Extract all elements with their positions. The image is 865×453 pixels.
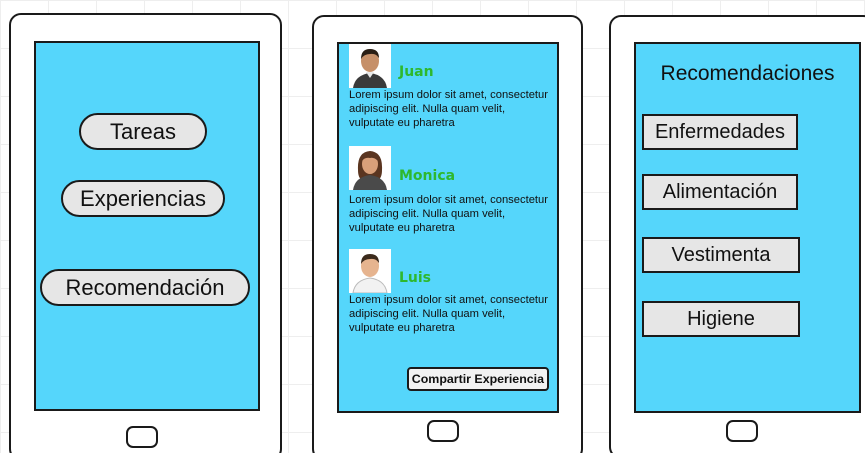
nutrition-button[interactable]: Alimentación: [642, 174, 798, 210]
post-author-name: Luis: [399, 270, 432, 286]
recommendations-screen: Recomendaciones Enfermedades Alimentació…: [634, 42, 861, 413]
recommendations-title: Recomendaciones: [660, 62, 835, 85]
home-button[interactable]: [726, 420, 758, 442]
tablet-menu: Tareas Experiencias Recomendación: [9, 13, 282, 453]
post-author-name: Monica: [399, 168, 456, 184]
tablet-experiences: Juan Lorem ipsum dolor sit amet, consect…: [312, 15, 583, 453]
experiences-screen: Juan Lorem ipsum dolor sit amet, consect…: [337, 42, 559, 413]
tasks-button[interactable]: Tareas: [79, 113, 207, 150]
tablet-recommendations: Recomendaciones Enfermedades Alimentació…: [609, 15, 865, 453]
share-experience-button[interactable]: Compartir Experiencia: [406, 367, 549, 391]
experiences-button[interactable]: Experiencias: [61, 180, 225, 217]
clothing-button[interactable]: Vestimenta: [642, 237, 800, 273]
post-body: Lorem ipsum dolor sit amet, consectetur …: [349, 294, 548, 334]
post-body: Lorem ipsum dolor sit amet, consectetur …: [349, 194, 548, 234]
man-avatar-icon: [349, 249, 391, 294]
diseases-button[interactable]: Enfermedades: [642, 114, 798, 150]
home-button[interactable]: [126, 426, 158, 448]
woman-avatar-icon: [349, 146, 391, 190]
wireframe-canvas: Tareas Experiencias Recomendación Juan L…: [0, 0, 865, 453]
post-body: Lorem ipsum dolor sit amet, consectetur …: [349, 89, 548, 129]
man-avatar-icon: [349, 44, 391, 88]
home-button[interactable]: [427, 420, 459, 442]
post-author-name: Juan: [399, 64, 434, 80]
hygiene-button[interactable]: Higiene: [642, 301, 800, 337]
menu-screen: Tareas Experiencias Recomendación: [34, 41, 260, 411]
recommendation-button[interactable]: Recomendación: [40, 269, 250, 306]
